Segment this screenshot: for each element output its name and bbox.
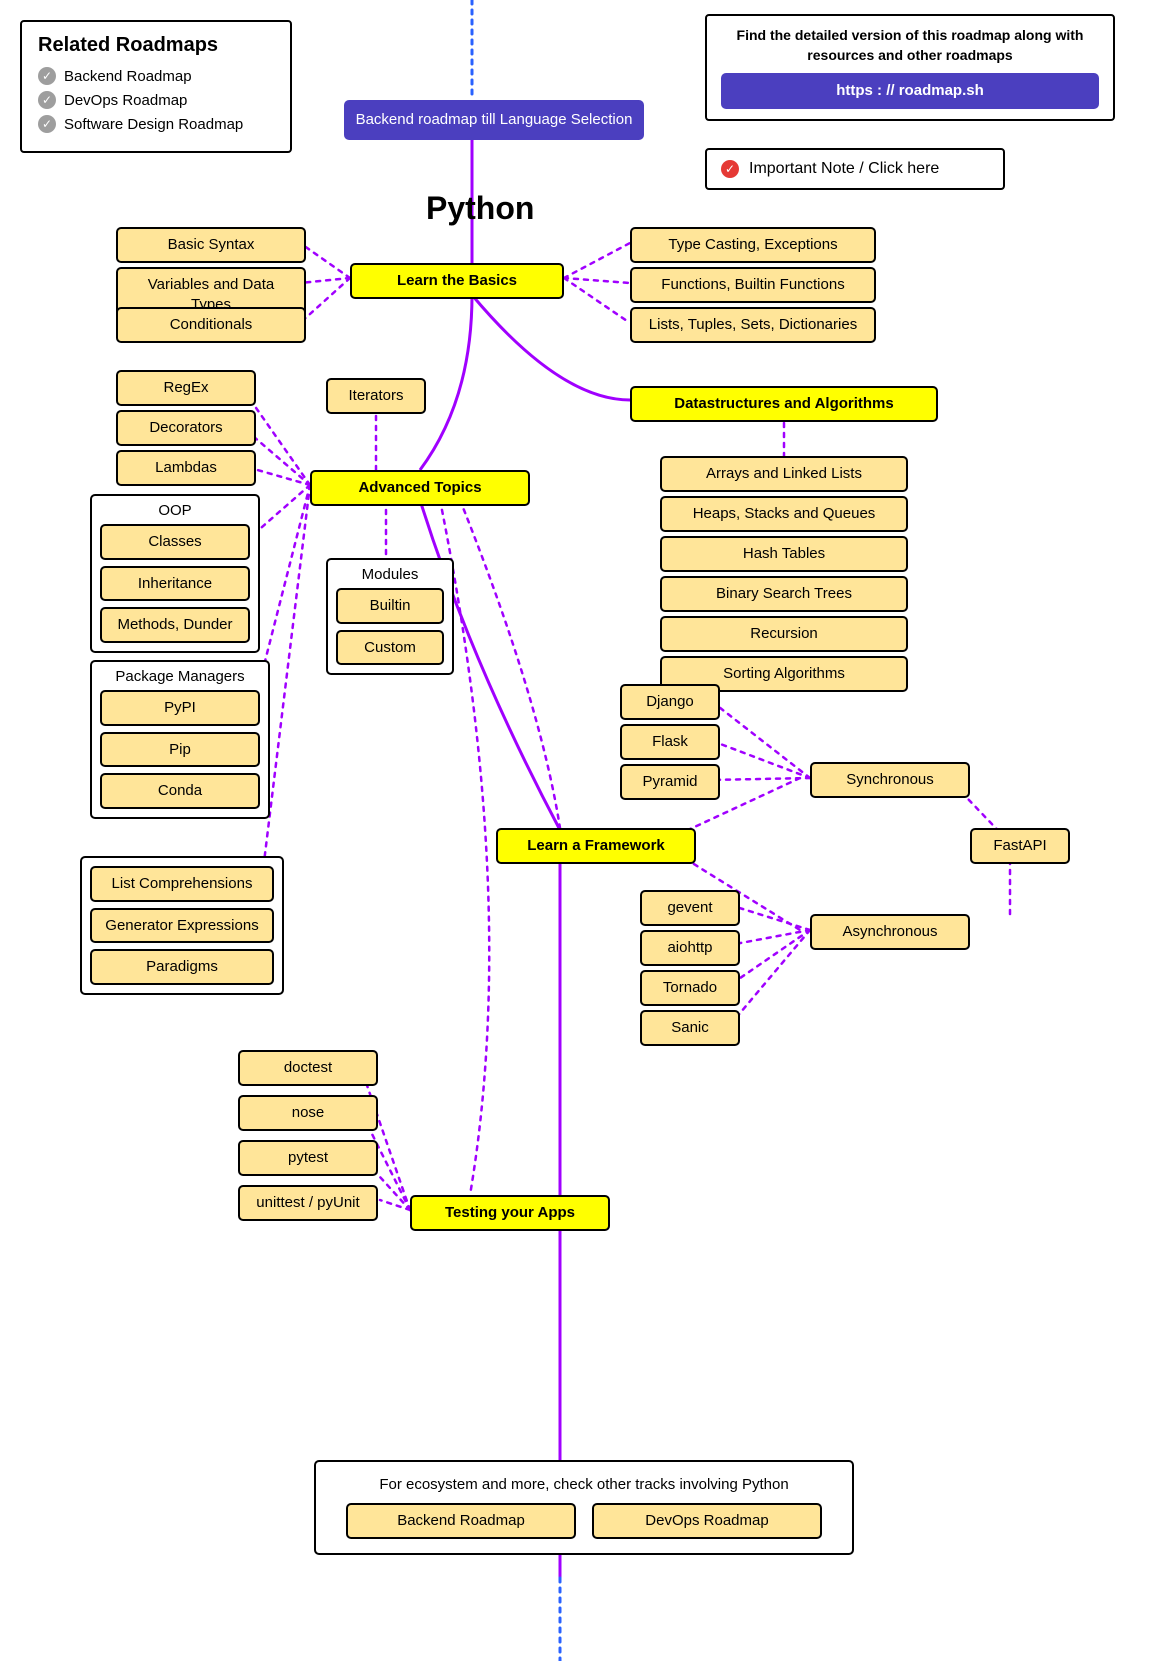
important-label: Important Note / Click here xyxy=(749,160,939,178)
topic-node[interactable]: FastAPI xyxy=(970,828,1070,864)
topic-node[interactable]: Conda xyxy=(100,773,260,809)
topic-node[interactable]: Lambdas xyxy=(116,450,256,486)
topic-node[interactable]: Classes xyxy=(100,524,250,560)
topic-node[interactable]: Functions, Builtin Functions xyxy=(630,267,876,303)
topic-node[interactable]: Generator Expressions xyxy=(90,908,274,944)
topic-node[interactable]: unittest / pyUnit xyxy=(238,1185,378,1221)
topic-node[interactable]: Conditionals xyxy=(116,307,306,343)
topic-node[interactable]: aiohttp xyxy=(640,930,740,966)
topic-node[interactable]: Type Casting, Exceptions xyxy=(630,227,876,263)
topic-node[interactable]: Recursion xyxy=(660,616,908,652)
roadmap-link-button[interactable]: https : // roadmap.sh xyxy=(721,73,1099,109)
learn-basics-hub[interactable]: Learn the Basics xyxy=(350,263,564,299)
related-item[interactable]: ✓Backend Roadmap xyxy=(38,67,274,85)
modules-group: Modules Builtin Custom xyxy=(326,558,454,675)
topic-node[interactable]: Builtin xyxy=(336,588,444,624)
topic-node[interactable]: Methods, Dunder xyxy=(100,607,250,643)
topic-node[interactable]: nose xyxy=(238,1095,378,1131)
topic-node[interactable]: Heaps, Stacks and Queues xyxy=(660,496,908,532)
ecosystem-panel: For ecosystem and more, check other trac… xyxy=(314,1460,854,1555)
ecosystem-link[interactable]: DevOps Roadmap xyxy=(592,1503,822,1539)
topic-node[interactable]: Lists, Tuples, Sets, Dictionaries xyxy=(630,307,876,343)
related-item[interactable]: ✓Software Design Roadmap xyxy=(38,115,274,133)
backend-roadmap-link[interactable]: Backend roadmap till Language Selection xyxy=(344,100,644,140)
topic-node[interactable]: Hash Tables xyxy=(660,536,908,572)
oop-group: OOP Classes Inheritance Methods, Dunder xyxy=(90,494,260,653)
check-icon: ✓ xyxy=(38,115,56,133)
topic-node[interactable]: Iterators xyxy=(326,378,426,414)
pkg-managers-group: Package Managers PyPI Pip Conda xyxy=(90,660,270,819)
topic-node[interactable]: Custom xyxy=(336,630,444,666)
topic-node[interactable]: Basic Syntax xyxy=(116,227,306,263)
topic-node[interactable]: Pyramid xyxy=(620,764,720,800)
topic-node[interactable]: Paradigms xyxy=(90,949,274,985)
related-roadmaps-panel: Related Roadmaps ✓Backend Roadmap ✓DevOp… xyxy=(20,20,292,153)
topic-node[interactable]: Sanic xyxy=(640,1010,740,1046)
topic-node[interactable]: gevent xyxy=(640,890,740,926)
topic-node[interactable]: doctest xyxy=(238,1050,378,1086)
topic-node[interactable]: RegEx xyxy=(116,370,256,406)
async-label[interactable]: Asynchronous xyxy=(810,914,970,950)
dsa-hub[interactable]: Datastructures and Algorithms xyxy=(630,386,938,422)
topic-node[interactable]: pytest xyxy=(238,1140,378,1176)
topic-node[interactable]: Flask xyxy=(620,724,720,760)
topic-node[interactable]: Django xyxy=(620,684,720,720)
check-icon: ✓ xyxy=(38,67,56,85)
related-item[interactable]: ✓DevOps Roadmap xyxy=(38,91,274,109)
group-title: Modules xyxy=(328,566,452,583)
topic-node[interactable]: Tornado xyxy=(640,970,740,1006)
related-title: Related Roadmaps xyxy=(38,34,274,57)
topic-node[interactable]: PyPI xyxy=(100,690,260,726)
topic-node[interactable]: Decorators xyxy=(116,410,256,446)
topic-node[interactable]: Inheritance xyxy=(100,566,250,602)
framework-hub[interactable]: Learn a Framework xyxy=(496,828,696,864)
ecosystem-text: For ecosystem and more, check other trac… xyxy=(330,1476,838,1493)
sync-label[interactable]: Synchronous xyxy=(810,762,970,798)
check-icon: ✓ xyxy=(38,91,56,109)
alert-check-icon: ✓ xyxy=(721,160,739,178)
topic-node[interactable]: Arrays and Linked Lists xyxy=(660,456,908,492)
info-panel: Find the detailed version of this roadma… xyxy=(705,14,1115,121)
testing-hub[interactable]: Testing your Apps xyxy=(410,1195,610,1231)
info-text: Find the detailed version of this roadma… xyxy=(721,26,1099,65)
topic-node[interactable]: List Comprehensions xyxy=(90,866,274,902)
topic-node[interactable]: Binary Search Trees xyxy=(660,576,908,612)
group-title: Package Managers xyxy=(92,668,268,685)
important-note-button[interactable]: ✓ Important Note / Click here xyxy=(705,148,1005,190)
group-title: OOP xyxy=(92,502,258,519)
page-title: Python xyxy=(426,190,534,227)
advanced-topics-hub[interactable]: Advanced Topics xyxy=(310,470,530,506)
topic-node[interactable]: Pip xyxy=(100,732,260,768)
ecosystem-link[interactable]: Backend Roadmap xyxy=(346,1503,576,1539)
misc-group: List Comprehensions Generator Expression… xyxy=(80,856,284,995)
